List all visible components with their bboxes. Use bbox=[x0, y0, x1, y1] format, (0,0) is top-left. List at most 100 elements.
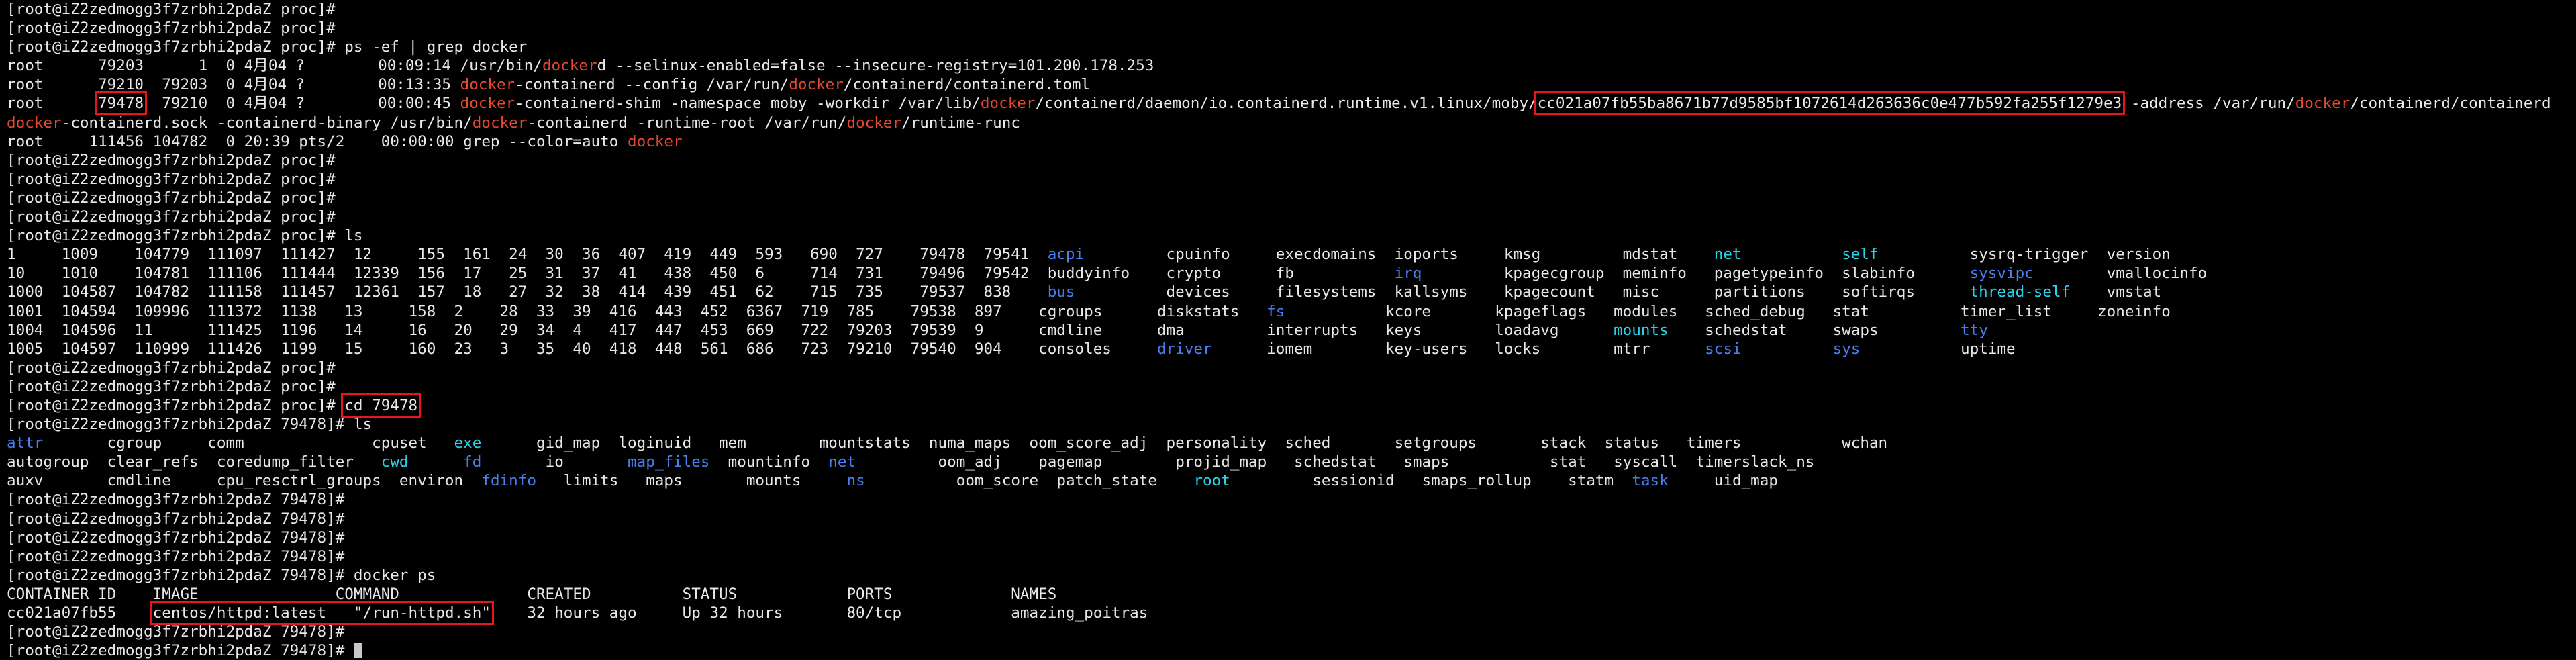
terminal-text: uid_map bbox=[1668, 472, 1778, 490]
terminal-text: [root@iZ2zedmogg3f7zrbhi2pdaZ 79478]# bbox=[7, 642, 354, 660]
terminal-line: root 79203 1 0 4月04 ? 00:09:14 /usr/bin/… bbox=[7, 56, 2576, 75]
terminal-text: [root@iZ2zedmogg3f7zrbhi2pdaZ proc]# ps … bbox=[7, 38, 528, 56]
terminal-output: [root@iZ2zedmogg3f7zrbhi2pdaZ proc]# [roo… bbox=[7, 0, 2576, 660]
terminal-text: devices filesystems kallsyms kpagecount … bbox=[1075, 283, 1970, 301]
terminal-text: gid_map loginuid mem mountstats numa_map… bbox=[481, 434, 1888, 453]
terminal-text: docker bbox=[789, 76, 844, 94]
terminal-text: scsi bbox=[1705, 340, 1742, 358]
terminal-line: [root@iZ2zedmogg3f7zrbhi2pdaZ proc]# bbox=[7, 207, 2576, 226]
terminal-text: uptime bbox=[1860, 340, 2016, 358]
terminal-text: attr bbox=[7, 434, 44, 453]
terminal-text: -containerd-shim -namespace moby -workdi… bbox=[515, 95, 981, 113]
terminal-line: [root@iZ2zedmogg3f7zrbhi2pdaZ 79478]# bbox=[7, 490, 2576, 509]
terminal-text: task bbox=[1632, 472, 1669, 490]
terminal-text: io bbox=[481, 453, 628, 471]
terminal-text: [root@iZ2zedmogg3f7zrbhi2pdaZ proc]# bbox=[7, 359, 336, 377]
terminal-text: kpagecgroup meminfo pagetypeinfo slabinf… bbox=[1422, 265, 1970, 283]
terminal-text: /runtime-runc bbox=[901, 113, 1020, 132]
terminal-text: [root@iZ2zedmogg3f7zrbhi2pdaZ 79478]# bbox=[7, 528, 345, 547]
terminal-cursor[interactable] bbox=[353, 643, 362, 659]
terminal-text: [root@iZ2zedmogg3f7zrbhi2pdaZ 79478]# bbox=[7, 491, 345, 509]
terminal-line: [root@iZ2zedmogg3f7zrbhi2pdaZ 79478]# bbox=[7, 547, 2576, 566]
terminal-text: docker bbox=[7, 113, 62, 132]
terminal-text: root 79210 79203 0 4月04 ? 00:13:35 bbox=[7, 76, 460, 94]
terminal-text: root 111456 104782 0 20:39 pts/2 00:00:0… bbox=[7, 132, 628, 150]
terminal-text: acpi bbox=[1047, 246, 1085, 264]
terminal-text: auxv cmdline cpu_resctrl_groups environ bbox=[7, 472, 482, 490]
terminal-text: driver bbox=[1156, 340, 1212, 358]
terminal-line: CONTAINER ID IMAGE COMMAND CREATED STATU… bbox=[7, 585, 2576, 604]
terminal-text: vmallocinfo bbox=[2033, 265, 2208, 283]
terminal-line: [root@iZ2zedmogg3f7zrbhi2pdaZ proc]# cd … bbox=[7, 393, 2576, 418]
terminal-text: vmstat bbox=[2070, 283, 2162, 301]
terminal-text: 32 hours ago Up 32 hours 80/tcp amazing_… bbox=[490, 604, 1148, 622]
terminal-text: sessionid smaps_rollup statm bbox=[1230, 472, 1632, 490]
terminal-line: 10 1010 104781 111106 111444 12339 156 1… bbox=[7, 264, 2576, 283]
terminal-line: [root@iZ2zedmogg3f7zrbhi2pdaZ proc]# ls bbox=[7, 226, 2576, 245]
terminal-text: [root@iZ2zedmogg3f7zrbhi2pdaZ 79478]# bbox=[7, 547, 345, 565]
terminal-text: docker bbox=[460, 76, 515, 94]
terminal-text: docker bbox=[472, 113, 528, 132]
terminal-line: [root@iZ2zedmogg3f7zrbhi2pdaZ 79478]# bbox=[7, 510, 2576, 528]
terminal-text: [root@iZ2zedmogg3f7zrbhi2pdaZ proc]# bbox=[7, 189, 336, 207]
terminal-text: docker bbox=[980, 95, 1036, 113]
terminal-line: [root@iZ2zedmogg3f7zrbhi2pdaZ proc]# ps … bbox=[7, 38, 2576, 56]
terminal-text: [root@iZ2zedmogg3f7zrbhi2pdaZ 79478]# ls bbox=[7, 416, 373, 434]
terminal-text: mountinfo bbox=[709, 453, 829, 471]
terminal-text: kcore kpageflags modules sched_debug sta… bbox=[1285, 302, 2171, 320]
terminal-text: [root@iZ2zedmogg3f7zrbhi2pdaZ proc]# bbox=[7, 396, 345, 414]
terminal-line: [root@iZ2zedmogg3f7zrbhi2pdaZ 79478]# bbox=[7, 641, 2576, 660]
terminal-text: schedstat swaps bbox=[1668, 321, 1961, 339]
highlight-box: 79478 bbox=[95, 91, 148, 116]
terminal-text: cgroup comm cpuset bbox=[43, 434, 454, 453]
terminal-text: docker bbox=[2295, 95, 2350, 113]
terminal-line: root 111456 104782 0 20:39 pts/2 00:00:0… bbox=[7, 132, 2576, 151]
terminal-text: fs bbox=[1267, 302, 1285, 320]
terminal-text: -containerd --config /var/run/ bbox=[515, 76, 789, 94]
terminal-line: [root@iZ2zedmogg3f7zrbhi2pdaZ proc]# bbox=[7, 359, 2576, 377]
terminal-text: [root@iZ2zedmogg3f7zrbhi2pdaZ 79478]# do… bbox=[7, 566, 436, 584]
terminal-text: /containerd/daemon/io.containerd.runtime… bbox=[1035, 95, 1538, 113]
terminal-text: -address /var/run/ bbox=[2122, 95, 2295, 113]
terminal-text: 1005 104597 110999 111426 1199 15 160 23… bbox=[7, 340, 1157, 358]
terminal-line: [root@iZ2zedmogg3f7zrbhi2pdaZ 79478]# bbox=[7, 528, 2576, 547]
terminal-line: 1 1009 104779 111097 111427 12 155 161 2… bbox=[7, 245, 2576, 264]
terminal-line: [root@iZ2zedmogg3f7zrbhi2pdaZ 79478]# ls bbox=[7, 415, 2576, 434]
terminal-text: root 79203 1 0 4月04 ? 00:09:14 /usr/bin/ bbox=[7, 57, 542, 75]
terminal-text: sysrq-trigger version bbox=[1878, 246, 2171, 264]
terminal-text: tty bbox=[1960, 321, 1988, 339]
terminal-text: 1004 104596 11 111425 1196 14 16 20 29 3… bbox=[7, 321, 1614, 339]
highlight-box: cc021a07fb55ba8671b77d9585bf1072614d2636… bbox=[1534, 91, 2126, 116]
terminal-text: mounts bbox=[1614, 321, 1669, 339]
terminal-text: limits maps mounts bbox=[536, 472, 847, 490]
terminal-text: 10 1010 104781 111106 111444 12339 156 1… bbox=[7, 265, 1395, 283]
terminal-text: [root@iZ2zedmogg3f7zrbhi2pdaZ proc]# bbox=[7, 1, 336, 18]
terminal-text: docker bbox=[627, 132, 683, 150]
terminal-line: 1004 104596 11 111425 1196 14 16 20 29 3… bbox=[7, 321, 2576, 340]
terminal-text: 79210 0 4月04 ? 00:00:45 bbox=[144, 95, 460, 113]
terminal-line: [root@iZ2zedmogg3f7zrbhi2pdaZ proc]# bbox=[7, 170, 2576, 189]
terminal-line: root 79478 79210 0 4月04 ? 00:00:45 docke… bbox=[7, 91, 2576, 116]
terminal-text: iomem key-users locks mtrr bbox=[1211, 340, 1705, 358]
terminal-text: bus bbox=[1047, 283, 1075, 301]
terminal-text: oom_score patch_state bbox=[864, 472, 1194, 490]
terminal-text: map_files bbox=[628, 453, 710, 471]
terminal-text: thread-self bbox=[1969, 283, 2071, 301]
terminal-text: docker bbox=[846, 113, 902, 132]
terminal-text: sys bbox=[1832, 340, 1861, 358]
terminal-line: [root@iZ2zedmogg3f7zrbhi2pdaZ proc]# bbox=[7, 0, 2576, 19]
terminal-text: oom_adj pagemap projid_map schedstat sma… bbox=[856, 453, 1815, 471]
terminal-line: 1005 104597 110999 111426 1199 15 160 23… bbox=[7, 340, 2576, 359]
terminal-text: [root@iZ2zedmogg3f7zrbhi2pdaZ proc]# bbox=[7, 151, 336, 169]
terminal-line: [root@iZ2zedmogg3f7zrbhi2pdaZ proc]# bbox=[7, 377, 2576, 396]
terminal-text: /containerd/containerd.toml bbox=[843, 76, 1091, 94]
terminal-text: [root@iZ2zedmogg3f7zrbhi2pdaZ 79478]# bbox=[7, 623, 345, 641]
terminal-line: attr cgroup comm cpuset exe gid_map logi… bbox=[7, 434, 2576, 453]
terminal-text: autogroup clear_refs coredump_filter bbox=[7, 453, 381, 471]
terminal-text: cc021a07fb55 bbox=[7, 604, 153, 622]
terminal-text: CONTAINER ID IMAGE COMMAND CREATED STATU… bbox=[7, 585, 1057, 603]
terminal-window[interactable]: [root@iZ2zedmogg3f7zrbhi2pdaZ proc]# [roo… bbox=[0, 0, 2576, 659]
terminal-line: docker-containerd.sock -containerd-binar… bbox=[7, 113, 2576, 132]
